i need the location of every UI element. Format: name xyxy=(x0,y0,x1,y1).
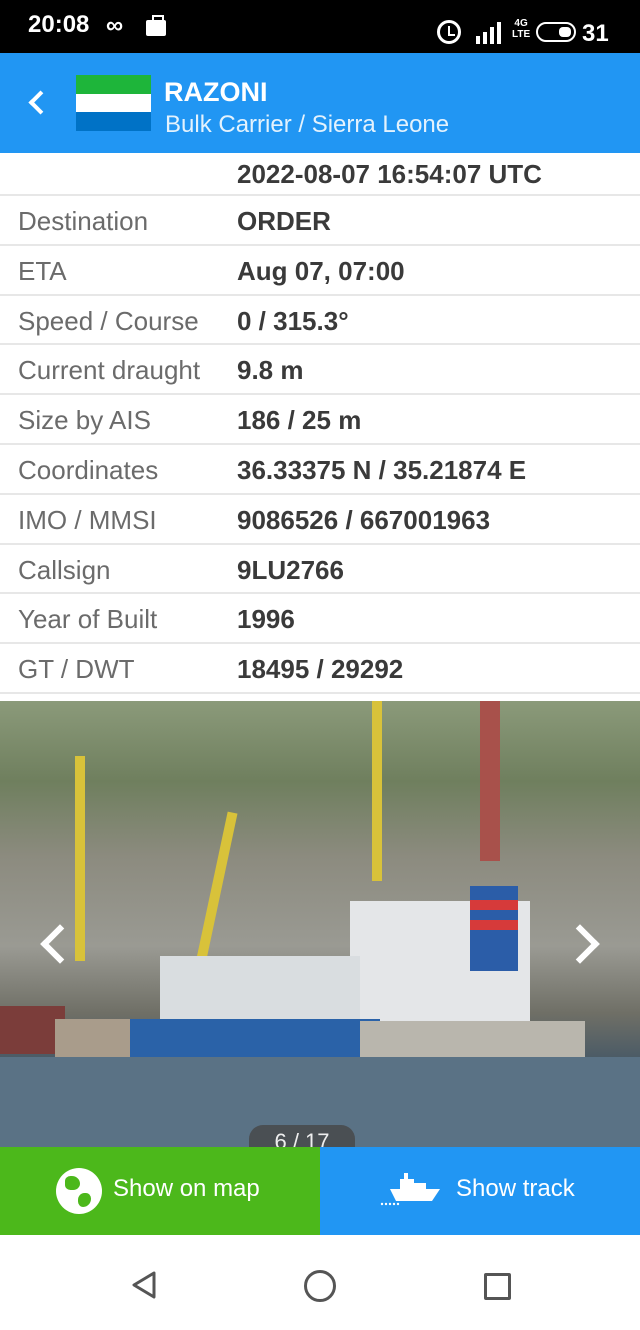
detail-value: 2022-08-07 16:54:07 UTC xyxy=(237,159,542,189)
detail-row-size: Size by AIS 186 / 25 m xyxy=(0,395,640,445)
signal-icon xyxy=(474,20,506,44)
detail-row-partial: 2022-08-07 16:54:07 UTC xyxy=(0,153,640,196)
detail-row-speed-course: Speed / Course 0 / 315.3° xyxy=(0,296,640,346)
photo-chimney xyxy=(480,701,500,861)
nav-home-icon[interactable] xyxy=(304,1270,336,1302)
detail-label: IMO / MMSI xyxy=(18,504,157,535)
photo-crane xyxy=(196,811,238,961)
detail-label: Callsign xyxy=(18,554,111,585)
detail-value: 1996 xyxy=(237,604,295,635)
detail-label: GT / DWT xyxy=(18,654,135,685)
detail-value: 186 / 25 m xyxy=(237,405,362,436)
battery-icon xyxy=(536,22,576,42)
detail-row-eta: ETA Aug 07, 07:00 xyxy=(0,246,640,296)
detail-row-coordinates: Coordinates 36.33375 N / 35.21874 E xyxy=(0,445,640,495)
alarm-icon xyxy=(437,20,461,44)
detail-row-draught: Current draught 9.8 m xyxy=(0,345,640,396)
detail-row-imo-mmsi: IMO / MMSI 9086526 / 667001963 xyxy=(0,495,640,545)
vessel-subtitle: Bulk Carrier / Sierra Leone xyxy=(165,111,450,138)
detail-row-destination: Destination ORDER xyxy=(0,196,640,246)
back-button[interactable] xyxy=(20,83,54,121)
detail-label: Destination xyxy=(18,206,149,236)
photo-crane xyxy=(372,701,382,881)
flag-stripe-blue xyxy=(76,112,151,131)
detail-value: 9.8 m xyxy=(237,355,304,386)
detail-value: ORDER xyxy=(237,206,331,236)
nav-recents-icon[interactable] xyxy=(484,1273,511,1300)
network-type-label: 4G LTE xyxy=(512,18,531,40)
infinity-icon: ∞ xyxy=(106,12,124,39)
globe-icon xyxy=(56,1168,102,1214)
next-photo-button[interactable] xyxy=(566,919,608,969)
vessel-name: RAZONI xyxy=(164,77,268,107)
photo-ship-deck xyxy=(160,956,360,1022)
status-time: 20:08 xyxy=(28,11,90,38)
system-navigation-bar xyxy=(0,1235,640,1330)
flag-stripe-green xyxy=(76,75,151,94)
detail-value: Aug 07, 07:00 xyxy=(237,255,405,286)
detail-value: 18495 / 29292 xyxy=(237,654,404,685)
detail-row-gt-dwt: GT / DWT 18495 / 29292 xyxy=(0,644,640,694)
detail-label: Speed / Course xyxy=(18,305,199,336)
ship-icon xyxy=(380,1173,440,1206)
vessel-details-list[interactable]: 2022-08-07 16:54:07 UTC Destination ORDE… xyxy=(0,153,640,701)
status-bar: 20:08 ∞ 4G LTE 31 xyxy=(0,0,640,53)
detail-row-callsign: Callsign 9LU2766 xyxy=(0,545,640,595)
nav-back-icon[interactable] xyxy=(130,1270,158,1300)
briefcase-icon xyxy=(146,15,166,36)
detail-label: ETA xyxy=(18,255,67,286)
show-on-map-label: Show on map xyxy=(113,1175,260,1202)
detail-label: Current draught xyxy=(18,355,201,386)
previous-photo-button[interactable] xyxy=(30,919,72,969)
photo-crane xyxy=(75,756,85,961)
detail-value: 9086526 / 667001963 xyxy=(237,504,491,535)
detail-value: 0 / 315.3° xyxy=(237,305,349,336)
photo-ship-funnel xyxy=(470,886,518,971)
detail-value: 9LU2766 xyxy=(237,554,344,585)
flag-icon xyxy=(76,75,151,131)
vessel-photo-gallery[interactable]: 6 / 17 xyxy=(0,701,640,1147)
action-bar: Show on map Show track xyxy=(0,1147,640,1235)
show-track-button[interactable]: Show track xyxy=(320,1147,640,1235)
flag-stripe-white xyxy=(76,93,151,113)
show-on-map-button[interactable]: Show on map xyxy=(0,1147,320,1235)
show-track-label: Show track xyxy=(456,1175,575,1202)
app-bar: RAZONI Bulk Carrier / Sierra Leone xyxy=(0,53,640,153)
detail-label: Size by AIS xyxy=(18,405,151,436)
photo-counter: 6 / 17 xyxy=(249,1125,355,1147)
detail-value: 36.33375 N / 35.21874 E xyxy=(237,454,527,485)
detail-label: Coordinates xyxy=(18,454,159,485)
detail-row-year-built: Year of Built 1996 xyxy=(0,594,640,645)
battery-level: 31 xyxy=(582,20,609,47)
detail-label: Year of Built xyxy=(18,604,158,635)
photo-hull xyxy=(55,1019,135,1059)
